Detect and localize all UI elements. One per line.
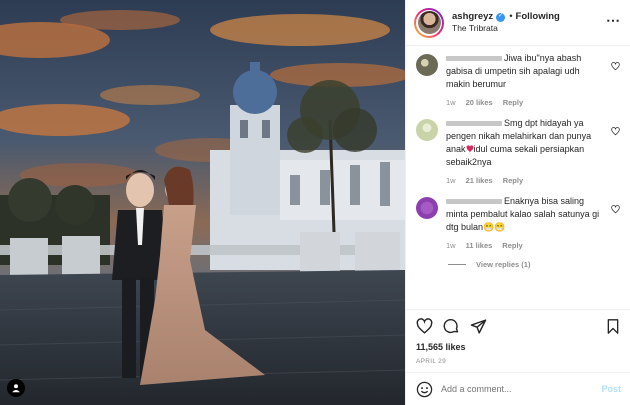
header-text: ashgreyz ✓ • Following The Tribrata bbox=[452, 11, 560, 34]
post-comment-button[interactable]: Post bbox=[601, 384, 621, 394]
separator-dot: • bbox=[509, 11, 513, 23]
comment-meta: 1w 11 likes Reply bbox=[446, 241, 606, 250]
comment-like-heart-icon[interactable] bbox=[611, 123, 620, 141]
comment-likes[interactable]: 20 likes bbox=[466, 98, 493, 107]
view-replies-line bbox=[448, 264, 466, 266]
commenter-avatar[interactable] bbox=[416, 119, 438, 142]
like-heart-icon[interactable] bbox=[416, 317, 433, 335]
post-actions: 11,565 likes APRIL 29 bbox=[406, 309, 630, 365]
comment-item: Jiwa ibu"nya abash gabisa di umpetin sih… bbox=[416, 52, 620, 107]
username-link[interactable]: ashgreyz bbox=[452, 11, 493, 23]
comment-time: 1w bbox=[446, 241, 456, 251]
comment-item: Smg dpt hidayah ya pengen nikah melahirk… bbox=[416, 117, 620, 185]
avatar-image bbox=[417, 11, 441, 34]
post-side-panel: ashgreyz ✓ • Following The Tribrata ⋯ Ji… bbox=[405, 0, 630, 405]
action-icons-row bbox=[416, 315, 621, 337]
post-date[interactable]: APRIL 29 bbox=[416, 358, 621, 365]
commenter-avatar[interactable] bbox=[416, 54, 438, 76]
view-replies-label: View replies (1) bbox=[476, 260, 531, 270]
add-comment-bar: Post bbox=[406, 372, 630, 405]
comments-list: Jiwa ibu"nya abash gabisa di umpetin sih… bbox=[406, 46, 630, 304]
reply-button[interactable]: Reply bbox=[502, 241, 522, 250]
person-icon bbox=[12, 384, 20, 393]
comment-text: Jiwa ibu"nya abash gabisa di umpetin sih… bbox=[446, 52, 606, 91]
avatar-inner bbox=[416, 9, 442, 36]
verified-badge-icon: ✓ bbox=[496, 12, 506, 22]
comment-likes[interactable]: 11 likes bbox=[466, 241, 493, 250]
following-button[interactable]: Following bbox=[516, 11, 560, 23]
commenter-avatar[interactable] bbox=[416, 197, 438, 220]
header-top-row: ashgreyz ✓ • Following bbox=[452, 11, 560, 23]
comment-meta: 1w 20 likes Reply bbox=[446, 98, 606, 107]
comment-body: Smg dpt hidayah ya pengen nikah melahirk… bbox=[446, 117, 606, 185]
comment-time: 1w bbox=[446, 98, 456, 108]
likes-count[interactable]: 11,565 likes bbox=[416, 342, 621, 352]
comment-body: Enaknya bisa saling minta pembalut kalao… bbox=[446, 195, 606, 250]
reply-button[interactable]: Reply bbox=[503, 176, 523, 185]
comment-like-heart-icon[interactable] bbox=[611, 58, 620, 76]
comment-meta: 1w 21 likes Reply bbox=[446, 176, 606, 185]
comment-item: Enaknya bisa saling minta pembalut kalao… bbox=[416, 195, 620, 250]
comment-likes[interactable]: 21 likes bbox=[466, 176, 493, 185]
photo-scene bbox=[0, 0, 405, 405]
emoji-smiley-icon[interactable] bbox=[416, 381, 433, 398]
comment-like-heart-icon[interactable] bbox=[611, 201, 620, 219]
more-options-icon[interactable]: ⋯ bbox=[606, 12, 620, 29]
comment-time: 1w bbox=[446, 176, 456, 186]
save-bookmark-icon[interactable] bbox=[605, 318, 621, 335]
post-header: ashgreyz ✓ • Following The Tribrata ⋯ bbox=[406, 0, 630, 46]
view-replies-button[interactable]: View replies (1) bbox=[448, 260, 620, 269]
share-paper-plane-icon[interactable] bbox=[470, 318, 487, 335]
red-heart-icon bbox=[466, 145, 473, 153]
avatar[interactable] bbox=[414, 7, 444, 38]
comment-text: Enaknya bisa saling minta pembalut kalao… bbox=[446, 195, 606, 234]
reply-button[interactable]: Reply bbox=[503, 98, 523, 107]
comment-body: Jiwa ibu"nya abash gabisa di umpetin sih… bbox=[446, 52, 606, 107]
comment-text: Smg dpt hidayah ya pengen nikah melahirk… bbox=[446, 117, 606, 169]
redacted-username bbox=[446, 121, 502, 127]
add-comment-input[interactable] bbox=[441, 384, 602, 394]
post-photo[interactable] bbox=[0, 0, 405, 405]
comment-bubble-icon[interactable] bbox=[443, 318, 460, 335]
redacted-username bbox=[446, 199, 502, 205]
tagged-users-button[interactable] bbox=[7, 379, 25, 397]
location-link[interactable]: The Tribrata bbox=[452, 23, 560, 34]
redacted-username bbox=[446, 56, 502, 62]
